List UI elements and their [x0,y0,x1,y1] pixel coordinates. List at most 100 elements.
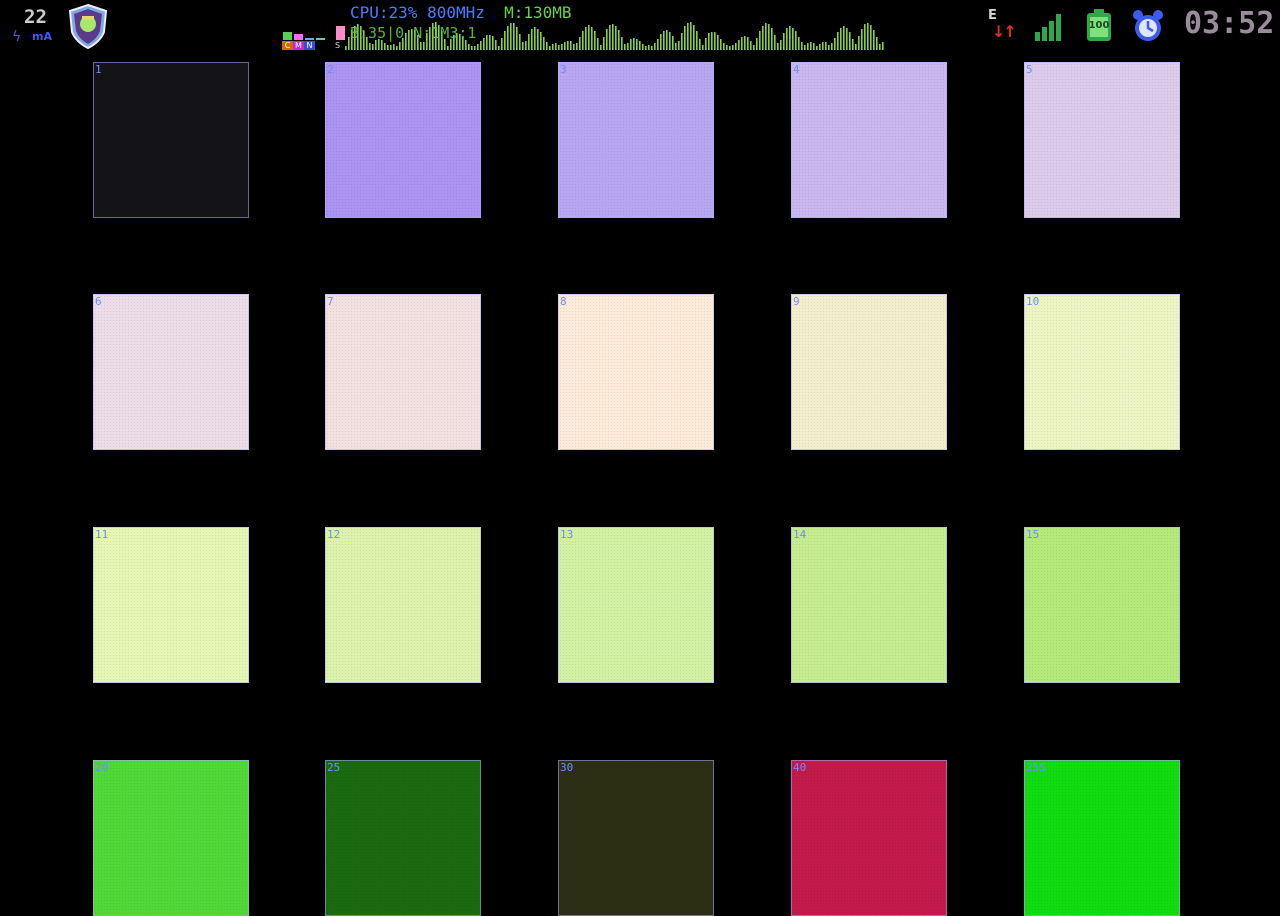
color-tile[interactable]: 12 [325,527,481,683]
color-tile[interactable]: 10 [1024,294,1180,450]
color-tile[interactable]: 5 [1024,62,1180,218]
color-tile[interactable]: 2 [325,62,481,218]
shield-icon[interactable] [64,2,112,50]
history-bar [651,46,653,50]
history-bar [831,43,833,50]
history-bar [396,46,398,50]
color-tile[interactable]: 7 [325,294,481,450]
color-tile[interactable]: 40 [791,760,947,916]
history-bar [744,36,746,50]
history-bar [501,38,503,50]
color-tile[interactable]: 25 [325,760,481,916]
history-bar [597,38,599,50]
history-bar [513,23,515,50]
history-bar [732,45,734,50]
history-bar [852,39,854,50]
cpu-meter [283,32,292,40]
history-bar [555,43,557,50]
history-bar [753,45,755,50]
history-bar [561,44,563,50]
history-bar [624,44,626,50]
history-bar [663,31,665,50]
history-bar [591,27,593,50]
color-tile[interactable]: 6 [93,294,249,450]
history-bar [531,29,533,50]
history-bar [483,38,485,50]
history-bar [717,35,719,50]
history-bar [747,37,749,50]
history-bar [855,44,857,50]
history-bar [420,42,422,50]
history-bar [423,42,425,50]
history-bar [522,42,524,50]
color-tile[interactable]: 20 [93,760,249,916]
history-bar [510,23,512,50]
history-bar [480,41,482,50]
signal-strength-icon[interactable] [1034,12,1064,42]
history-bar [708,33,710,50]
color-tile[interactable]: 3 [558,62,714,218]
color-tile[interactable]: 4 [791,62,947,218]
history-bar [543,37,545,50]
history-bar [579,37,581,50]
history-bar [699,39,701,50]
history-bar [393,44,395,50]
tile-label: 1 [95,63,102,76]
clock[interactable]: 03:52 [1184,6,1274,41]
history-bar [771,28,773,50]
color-tile[interactable]: 11 [93,527,249,683]
history-bar [588,25,590,50]
network-indicator[interactable]: E ↓↑ [984,8,1020,44]
history-bar [807,43,809,50]
history-bar [804,45,806,50]
history-bar [810,42,812,50]
color-tile[interactable]: 14 [791,527,947,683]
battery-unit: mA [32,30,52,43]
history-bar [654,43,656,50]
battery-status-icon[interactable]: 100 [1084,8,1114,44]
history-bar [573,44,575,50]
history-bar [387,45,389,50]
history-bar [765,23,767,50]
history-bar [468,44,470,50]
history-bar [540,32,542,50]
history-bar [834,38,836,50]
history-bar [585,27,587,50]
charging-bolt-icon: ϟ [12,29,22,45]
color-tile[interactable]: 1 [93,62,249,218]
battery-indicator[interactable]: ϟ 22 mA [10,6,56,46]
history-bar [864,24,866,50]
alarm-clock-icon[interactable] [1130,8,1166,44]
cmns-label: N [304,41,315,50]
extra-meter [336,26,345,40]
history-bar [471,46,473,50]
history-bar [840,28,842,50]
history-bar [369,43,371,50]
history-bar [774,35,776,50]
history-bar [870,25,872,50]
history-bar [648,45,650,50]
history-bar [702,45,704,50]
history-bar [741,37,743,50]
color-tile[interactable]: 13 [558,527,714,683]
tile-label: 4 [793,63,800,76]
history-bar [657,39,659,50]
history-bar [633,38,635,50]
history-bar [372,44,374,50]
history-bar [447,46,449,50]
history-bar [789,26,791,50]
history-bar [546,42,548,50]
status-bar: ϟ 22 mA C M N S CPU:23% 800MHz M:130MB B… [0,0,1280,56]
color-tile[interactable]: 255 [1024,760,1180,916]
history-bar [684,26,686,50]
history-bar [528,34,530,50]
history-bar [705,38,707,50]
color-tile[interactable]: 8 [558,294,714,450]
color-tile[interactable]: 9 [791,294,947,450]
color-tile[interactable]: 15 [1024,527,1180,683]
history-bar [738,40,740,50]
color-tile[interactable]: 30 [558,760,714,916]
tile-label: 40 [793,761,807,774]
history-bar [675,43,677,50]
history-bar [537,29,539,50]
